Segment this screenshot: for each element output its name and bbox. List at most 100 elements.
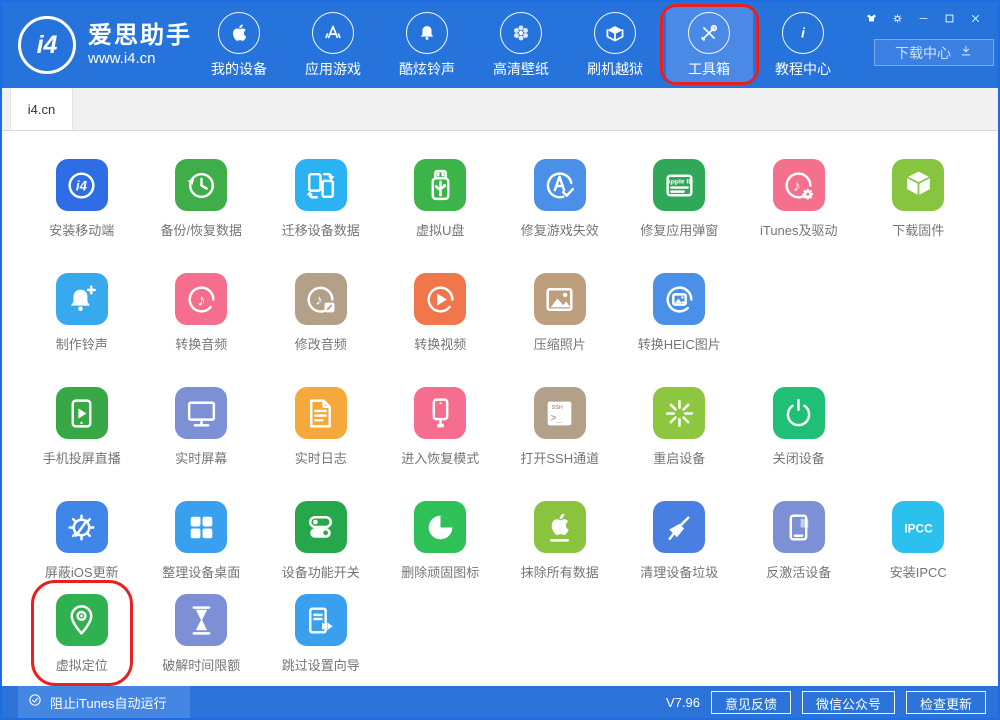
nav-item-toolbox[interactable]: 工具箱 <box>659 4 759 85</box>
nav-icon-ring <box>594 11 636 54</box>
tool-tile: IPCC <box>892 501 945 553</box>
svg-text:i: i <box>801 25 806 40</box>
check-update-button[interactable]: 检查更新 <box>905 690 986 714</box>
skip-setup-wizard-icon <box>309 606 333 634</box>
svg-text:>_: >_ <box>551 413 563 424</box>
tool-tile: Apple ID <box>653 159 706 211</box>
tool-compress-photos[interactable]: 压缩照片 <box>500 273 620 353</box>
svg-text:♪: ♪ <box>316 292 323 308</box>
tool-device-switches[interactable]: 设备功能开关 <box>261 501 381 581</box>
tool-label: 修改音频 <box>294 337 347 352</box>
block-itunes-checkbox[interactable]: 阻止iTunes自动运行 <box>18 686 190 718</box>
feedback-button[interactable]: 意见反馈 <box>710 690 791 714</box>
tool-tile <box>892 159 945 211</box>
nav-icon-ring: i <box>782 11 824 54</box>
tool-enter-recovery[interactable]: 进入恢复模式 <box>381 387 501 467</box>
tool-tile <box>55 273 108 325</box>
clean-junk-icon <box>668 516 690 540</box>
tool-make-ringtone[interactable]: 制作铃声 <box>22 273 142 353</box>
convert-video-icon <box>427 285 454 313</box>
tool-label: 转换视频 <box>414 337 467 352</box>
tool-organize-homescreen[interactable]: 整理设备桌面 <box>142 501 262 581</box>
enter-recovery-icon <box>432 397 449 427</box>
wechat-official-button[interactable]: 微信公众号 <box>801 690 895 714</box>
screen-mirror-live-icon <box>71 398 92 428</box>
toolbox-grid: i4 安装移动端 备份/恢复数据 迁移设备数据 虚拟U盘 修复游戏失效 Apple ID 修复… <box>2 131 998 686</box>
tool-tile <box>414 387 467 439</box>
tool-realtime-screen[interactable]: 实时屏幕 <box>142 387 262 467</box>
tool-backup-restore[interactable]: 备份/恢复数据 <box>142 159 262 239</box>
settings-button[interactable] <box>887 9 908 27</box>
svg-text:♪: ♪ <box>197 291 205 309</box>
tool-virtual-usb[interactable]: 虚拟U盘 <box>381 159 501 239</box>
tool-label: 设备功能开关 <box>281 565 360 580</box>
tool-block-ios-update[interactable]: 屏蔽iOS更新 <box>22 501 142 581</box>
tool-convert-audio[interactable]: ♪ 转换音频 <box>142 273 262 353</box>
tool-realtime-log[interactable]: 实时日志 <box>261 387 381 467</box>
tool-install-ipcc[interactable]: IPCC 安装IPCC <box>859 501 979 581</box>
virtual-usb-icon <box>431 169 450 200</box>
nav-item-ringtones[interactable]: 酷炫铃声 <box>384 7 471 83</box>
nav-icon-ring <box>500 11 542 54</box>
tool-edit-audio[interactable]: ♪ 修改音频 <box>261 273 381 353</box>
deactivate-device-icon <box>789 513 809 541</box>
tool-label: 虚拟定位 <box>55 658 108 673</box>
tool-convert-video[interactable]: 转换视频 <box>381 273 501 353</box>
tool-crack-time-limit[interactable]: 破解时间限额 <box>142 594 262 674</box>
ringtones-icon <box>420 25 434 40</box>
settings-icon <box>893 13 902 23</box>
close-button[interactable] <box>965 9 986 27</box>
tool-convert-heic[interactable]: 转换HEIC图片 <box>620 273 740 353</box>
tool-deactivate-device[interactable]: 反激活设备 <box>739 501 859 581</box>
tab-i4cn[interactable]: i4.cn <box>10 88 73 130</box>
nav-item-wallpapers[interactable]: 高清壁纸 <box>478 7 565 83</box>
tool-screen-mirror-live[interactable]: 手机投屏直播 <box>22 387 142 467</box>
svg-text:Apple ID: Apple ID <box>666 178 693 185</box>
theme-button[interactable] <box>861 9 882 27</box>
fix-appid-popup-icon: Apple ID <box>666 174 693 196</box>
nav-item-my-devices[interactable]: 我的设备 <box>196 7 283 83</box>
tool-label: 打开SSH通道 <box>520 451 600 466</box>
convert-audio-icon: ♪ <box>188 285 215 313</box>
tool-shutdown-device[interactable]: 关闭设备 <box>739 387 859 467</box>
tool-erase-all-data[interactable]: 抹除所有数据 <box>500 501 620 581</box>
download-firmware-icon <box>906 171 930 195</box>
tool-download-firmware[interactable]: 下载固件 <box>859 159 979 239</box>
tool-reboot-device[interactable]: 重启设备 <box>620 387 740 467</box>
nav-item-flash-jailbreak[interactable]: 刷机越狱 <box>572 7 659 83</box>
tool-fix-appid-popup[interactable]: Apple ID 修复应用弹窗 <box>620 159 740 239</box>
app-title: 爱思助手 <box>88 22 192 50</box>
nav-icon-ring <box>218 11 260 54</box>
tool-itunes-driver[interactable]: ♪ iTunes及驱动 <box>739 159 859 239</box>
tool-label: 修复应用弹窗 <box>640 223 719 238</box>
tool-tile <box>175 501 228 553</box>
maximize-button[interactable] <box>939 9 960 27</box>
tool-clean-junk[interactable]: 清理设备垃圾 <box>620 501 740 581</box>
nav-item-tutorials[interactable]: i 教程中心 <box>760 7 847 83</box>
download-icon <box>961 45 971 56</box>
nav-icon-ring <box>688 11 730 54</box>
tool-label: 制作铃声 <box>55 337 108 352</box>
svg-text:SSH: SSH <box>552 404 563 410</box>
tool-remove-stubborn-icons[interactable]: 删除顽固图标 <box>381 501 501 581</box>
tool-install-mobile[interactable]: i4 安装移动端 <box>22 159 142 239</box>
tool-tile <box>294 594 347 646</box>
nav-item-apps-games[interactable]: 应用游戏 <box>290 7 377 83</box>
block-itunes-label: 阻止iTunes自动运行 <box>50 695 167 711</box>
tool-virtual-location[interactable]: 虚拟定位 <box>22 580 142 686</box>
tool-label: 实时屏幕 <box>175 451 228 466</box>
block-ios-update-icon <box>68 513 95 541</box>
download-center-button[interactable]: 下载中心 <box>874 39 994 66</box>
realtime-log-icon <box>310 398 332 428</box>
tool-label: 手机投屏直播 <box>42 451 121 466</box>
minimize-button[interactable] <box>913 9 934 27</box>
tool-fix-games[interactable]: 修复游戏失效 <box>500 159 620 239</box>
tool-label: 虚拟U盘 <box>416 223 465 238</box>
tool-label: 重启设备 <box>653 451 706 466</box>
tool-open-ssh[interactable]: SSH >_ 打开SSH通道 <box>500 387 620 467</box>
tab-strip: i4.cn <box>2 88 998 131</box>
tool-migrate-data[interactable]: 迁移设备数据 <box>261 159 381 239</box>
version-label: V7.96 <box>665 694 700 710</box>
flash-jailbreak-icon <box>606 25 624 41</box>
tool-skip-setup-wizard[interactable]: 跳过设置向导 <box>261 594 381 674</box>
